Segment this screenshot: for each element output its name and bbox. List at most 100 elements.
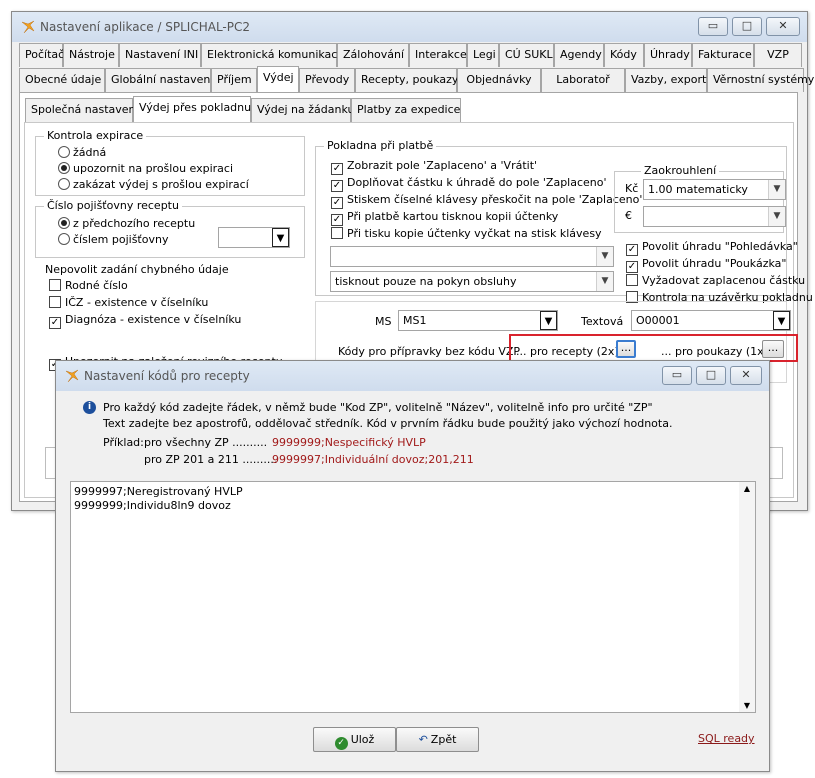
pokladna-label: Pokladna při platbě bbox=[324, 139, 437, 152]
check-stiskem-klavesy[interactable]: ✓ Stiskem číselné klávesy přeskočit na po… bbox=[331, 193, 642, 209]
tab-prijem[interactable]: Příjem bbox=[211, 68, 257, 92]
info-icon: i bbox=[83, 401, 96, 414]
tab-kody[interactable]: Kódy bbox=[604, 43, 644, 67]
pro-poukazy-label: ... pro poukazy (1x) bbox=[661, 345, 768, 358]
kc-label: Kč bbox=[625, 182, 639, 195]
tab-platby-za-expedice[interactable]: Platby za expedice bbox=[351, 98, 461, 122]
tab-laborator[interactable]: Laboratoř bbox=[541, 68, 625, 92]
tab-nastaveni-ini[interactable]: Nastavení INI bbox=[119, 43, 201, 67]
zaokrouhleni-group: Zaokrouhlení Kč 1.00 matematicky ▼ € ▼ bbox=[614, 164, 786, 233]
check-platba-kartou[interactable]: ✓ Při platbě kartou tisknou kopii účtenky bbox=[331, 210, 558, 226]
tab-prevody[interactable]: Převody bbox=[299, 68, 355, 92]
kody-label: Kódy pro přípravky bez kódu VZP bbox=[338, 345, 521, 358]
tab-pocitac[interactable]: Počítač bbox=[19, 43, 64, 67]
check-vyzadovat-castku[interactable]: Vyžadovat zaplacenou částku bbox=[626, 274, 805, 288]
tab-cu-sukl[interactable]: CÚ SUKL bbox=[499, 43, 554, 67]
tab-objednavky[interactable]: Objednávky bbox=[457, 68, 541, 92]
tab-zalohovani[interactable]: Zálohování bbox=[337, 43, 409, 67]
example-1-label: pro všechny ZP .......... bbox=[144, 436, 268, 449]
tabs-row-1: Počítač Nástroje Nastavení INI Elektroni… bbox=[19, 43, 804, 67]
tab-fakturace[interactable]: Fakturace bbox=[692, 43, 754, 67]
cislo-pojistovny-group: Číslo pojišťovny receptu z předchozího r… bbox=[35, 199, 305, 258]
back-button[interactable]: ↶ Zpět bbox=[396, 727, 479, 752]
pro-poukazy-button[interactable]: ... bbox=[762, 340, 784, 358]
example-2-value: 9999997;Individuální dovoz;201,211 bbox=[272, 453, 474, 466]
close-button[interactable]: ✕ bbox=[766, 17, 800, 36]
kc-combo[interactable]: 1.00 matematicky ▼ bbox=[643, 179, 786, 200]
check-icon: ✓ bbox=[334, 737, 348, 750]
sql-ready-link[interactable]: SQL ready bbox=[698, 732, 755, 745]
dialog-maximize-button[interactable]: □ bbox=[696, 366, 726, 385]
textarea-scrollbar[interactable]: ▲ ▼ bbox=[739, 482, 755, 712]
pokladna-group: Pokladna při platbě ✓ Zobrazit pole 'Zapl… bbox=[315, 139, 813, 304]
app-logo-icon bbox=[21, 20, 35, 34]
textarea-line: 9999999;Individu8ln9 dovoz bbox=[74, 499, 231, 512]
tab-elektronicka-komunikace[interactable]: Elektronická komunikace bbox=[201, 43, 344, 67]
check-tisk-kopie[interactable]: Při tisku kopie účtenky vyčkat na stisk … bbox=[331, 227, 602, 241]
kontrola-expirace-label: Kontrola expirace bbox=[44, 129, 147, 142]
tab-interakce[interactable]: Interakce bbox=[409, 43, 467, 67]
example-1-value: 9999999;Nespecifický HVLP bbox=[272, 436, 426, 449]
tab-nastroje[interactable]: Nástroje bbox=[63, 43, 119, 67]
tab-globalni-nastaveni[interactable]: Globální nastavení bbox=[105, 68, 213, 92]
check-povolit-pohledavka[interactable]: ✓ Povolit úhradu "Pohledávka" bbox=[626, 240, 798, 256]
maximize-button[interactable]: □ bbox=[732, 17, 762, 36]
minimize-button[interactable]: ▭ bbox=[698, 17, 728, 36]
check-doplnovat-castku[interactable]: ✓ Doplňovat částku k úhradě do pole 'Zapl… bbox=[331, 176, 607, 192]
window-titlebar[interactable]: Nastavení aplikace / SPLICHAL-PC2 ▭ □ ✕ bbox=[12, 12, 807, 42]
check-diagnoza[interactable]: ✓ Diagnóza - existence v číselníku bbox=[49, 313, 241, 329]
tab-vydej-na-zadanku[interactable]: Výdej na žádanku bbox=[251, 98, 354, 122]
dialog-title: Nastavení kódů pro recepty bbox=[84, 369, 250, 383]
pro-recepty-label: ... pro recepty (2x) bbox=[516, 345, 619, 358]
tab-vydej-pres-pokladnu[interactable]: Výdej přes pokladnu bbox=[133, 96, 251, 122]
pojistovna-combo[interactable]: ▼ bbox=[218, 227, 290, 248]
save-button[interactable]: ✓ Ulož bbox=[313, 727, 396, 752]
tab-recepty-poukazy[interactable]: Recepty, poukazy bbox=[355, 68, 458, 92]
radio-zakazat-vydej[interactable]: zakázat výdej s prošlou expirací bbox=[58, 178, 249, 192]
tab-uhrady[interactable]: Úhrady bbox=[644, 43, 692, 67]
radio-zadna[interactable]: žádná bbox=[58, 146, 106, 160]
pokladna-combo-2[interactable]: tisknout pouze na pokyn obsluhy ▼ bbox=[330, 271, 614, 292]
undo-icon: ↶ bbox=[418, 733, 428, 746]
dialog-close-button[interactable]: ✕ bbox=[730, 366, 762, 385]
nepovolit-label: Nepovolit zadání chybného údaje bbox=[45, 263, 229, 276]
pro-recepty-button[interactable]: ... bbox=[616, 340, 636, 358]
priklad-label: Příklad: bbox=[103, 436, 144, 449]
info-line-2: Text zadejte bez apostrofů, oddělovač st… bbox=[103, 417, 673, 430]
eur-label: € bbox=[625, 209, 632, 222]
radio-upozornit-expirace[interactable]: upozornit na prošlou expiraci bbox=[58, 162, 233, 176]
cislo-pojistovny-label: Číslo pojišťovny receptu bbox=[44, 199, 182, 212]
check-icz[interactable]: IČZ - existence v číselníku bbox=[49, 296, 208, 310]
tabs-row-2: Obecné údaje Globální nastavení Příjem V… bbox=[19, 66, 814, 92]
tab-vydej[interactable]: Výdej bbox=[257, 66, 299, 92]
ms-combo[interactable]: MS1 ▼ bbox=[398, 310, 558, 331]
window-title: Nastavení aplikace / SPLICHAL-PC2 bbox=[40, 20, 251, 34]
check-zobrazit-pole[interactable]: ✓ Zobrazit pole 'Zaplaceno' a 'Vrátit' bbox=[331, 159, 537, 175]
tab-legi[interactable]: Legi bbox=[467, 43, 499, 67]
app-logo-icon bbox=[65, 369, 79, 383]
radio-cislem-pojistovny[interactable]: číslem pojišťovny bbox=[58, 233, 168, 247]
dialog-titlebar[interactable]: Nastavení kódů pro recepty ▭ □ ✕ bbox=[56, 361, 769, 391]
check-povolit-poukazka[interactable]: ✓ Povolit úhradu "Poukázka" bbox=[626, 257, 786, 273]
textova-label: Textová bbox=[581, 315, 624, 328]
codes-textarea[interactable]: 9999997;Neregistrovaný HVLP 9999999;Indi… bbox=[70, 481, 756, 713]
tab-vzp[interactable]: VZP bbox=[754, 43, 802, 67]
tab-agendy[interactable]: Agendy bbox=[554, 43, 604, 67]
kontrola-expirace-group: Kontrola expirace žádná upozornit na pro… bbox=[35, 129, 305, 196]
tab-obecne-udaje[interactable]: Obecné údaje bbox=[19, 68, 105, 92]
textarea-line: 9999997;Neregistrovaný HVLP bbox=[74, 485, 243, 498]
check-rodne-cislo[interactable]: Rodné číslo bbox=[49, 279, 128, 293]
scroll-down-icon[interactable]: ▼ bbox=[739, 701, 755, 710]
eur-combo[interactable]: ▼ bbox=[643, 206, 786, 227]
radio-z-predchoziho[interactable]: z předchozího receptu bbox=[58, 217, 195, 231]
tab-vazby-exporty[interactable]: Vazby, exporty bbox=[625, 68, 713, 92]
tab-vernostni-systemy[interactable]: Věrnostní systémy bbox=[707, 68, 814, 92]
dialog-minimize-button[interactable]: ▭ bbox=[662, 366, 692, 385]
scroll-up-icon[interactable]: ▲ bbox=[739, 484, 755, 493]
tab-spolecna-nastaveni[interactable]: Společná nastavení bbox=[25, 98, 139, 122]
textova-combo[interactable]: O00001 ▼ bbox=[631, 310, 791, 331]
ms-label: MS bbox=[375, 315, 392, 328]
codes-dialog: Nastavení kódů pro recepty ▭ □ ✕ i Pro k… bbox=[55, 360, 770, 772]
tabs-row-3: Společná nastavení Výdej přes pokladnu V… bbox=[25, 96, 465, 122]
pokladna-combo-1[interactable]: ▼ bbox=[330, 246, 614, 267]
